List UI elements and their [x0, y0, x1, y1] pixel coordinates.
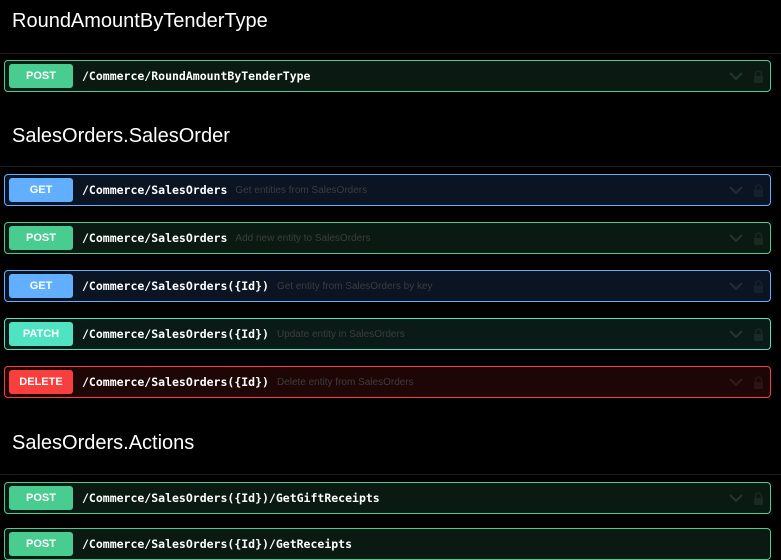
- lock-icon[interactable]: [753, 327, 764, 341]
- section-divider: [0, 474, 781, 475]
- operation-path: /Commerce/SalesOrders: [82, 183, 228, 197]
- operation-icons: [729, 319, 764, 349]
- operation-row[interactable]: GET /Commerce/SalesOrders({Id}) Get enti…: [4, 270, 771, 302]
- operation-icons: [729, 223, 764, 253]
- operation-row[interactable]: POST /Commerce/SalesOrders({Id})/GetGift…: [4, 482, 771, 514]
- operation-icons: [729, 271, 764, 301]
- lock-icon[interactable]: [753, 183, 764, 197]
- method-badge: POST: [9, 532, 73, 556]
- operation-path: /Commerce/SalesOrders({Id})/GetGiftRecei…: [82, 491, 380, 505]
- chevron-down-icon[interactable]: [729, 233, 743, 243]
- operation-path: /Commerce/RoundAmountByTenderType: [82, 69, 311, 83]
- chevron-down-icon[interactable]: [729, 493, 743, 503]
- operation-path: /Commerce/SalesOrders({Id})/GetReceipts: [82, 537, 353, 551]
- operation-summary: Add new entity to SalesOrders: [235, 232, 371, 244]
- operation-row[interactable]: DELETE /Commerce/SalesOrders({Id}) Delet…: [4, 366, 771, 398]
- operation-path: /Commerce/SalesOrders({Id}): [82, 375, 269, 389]
- lock-icon[interactable]: [753, 69, 764, 83]
- operation-summary: Delete entity from SalesOrders: [276, 376, 414, 388]
- chevron-down-icon[interactable]: [729, 281, 743, 291]
- section-divider: [0, 166, 781, 167]
- chevron-down-icon[interactable]: [729, 71, 743, 81]
- section-title[interactable]: SalesOrders.SalesOrder: [12, 125, 230, 148]
- operation-icons: [729, 483, 764, 513]
- section-title[interactable]: SalesOrders.Actions: [12, 432, 194, 455]
- operation-icons: [729, 175, 764, 205]
- method-badge: POST: [9, 486, 73, 510]
- lock-icon[interactable]: [753, 491, 764, 505]
- section-divider: [0, 53, 781, 54]
- operation-row[interactable]: POST /Commerce/RoundAmountByTenderType: [4, 60, 771, 92]
- method-badge: GET: [9, 178, 73, 202]
- operation-row[interactable]: POST /Commerce/SalesOrders Add new entit…: [4, 222, 771, 254]
- operation-path: /Commerce/SalesOrders({Id}): [82, 279, 269, 293]
- operation-path: /Commerce/SalesOrders: [82, 231, 228, 245]
- chevron-down-icon[interactable]: [729, 329, 743, 339]
- section-title[interactable]: RoundAmountByTenderType: [12, 10, 268, 33]
- operation-icons: [729, 61, 764, 91]
- operation-summary: Get entity from SalesOrders by key: [276, 280, 433, 292]
- chevron-down-icon[interactable]: [729, 185, 743, 195]
- method-badge: DELETE: [9, 370, 73, 394]
- operation-summary: Get entities from SalesOrders: [235, 184, 368, 196]
- lock-icon[interactable]: [753, 279, 764, 293]
- method-badge: GET: [9, 274, 73, 298]
- operation-row[interactable]: PATCH /Commerce/SalesOrders({Id}) Update…: [4, 318, 771, 350]
- operation-summary: Update entity in SalesOrders: [276, 328, 405, 340]
- method-badge: POST: [9, 64, 73, 88]
- operation-row[interactable]: GET /Commerce/SalesOrders Get entities f…: [4, 174, 771, 206]
- operation-icons: [729, 367, 764, 397]
- method-badge: PATCH: [9, 322, 73, 346]
- chevron-down-icon[interactable]: [729, 377, 743, 387]
- operation-path: /Commerce/SalesOrders({Id}): [82, 327, 269, 341]
- lock-icon[interactable]: [753, 375, 764, 389]
- operation-row[interactable]: POST /Commerce/SalesOrders({Id})/GetRece…: [4, 528, 771, 560]
- lock-icon[interactable]: [753, 231, 764, 245]
- method-badge: POST: [9, 226, 73, 250]
